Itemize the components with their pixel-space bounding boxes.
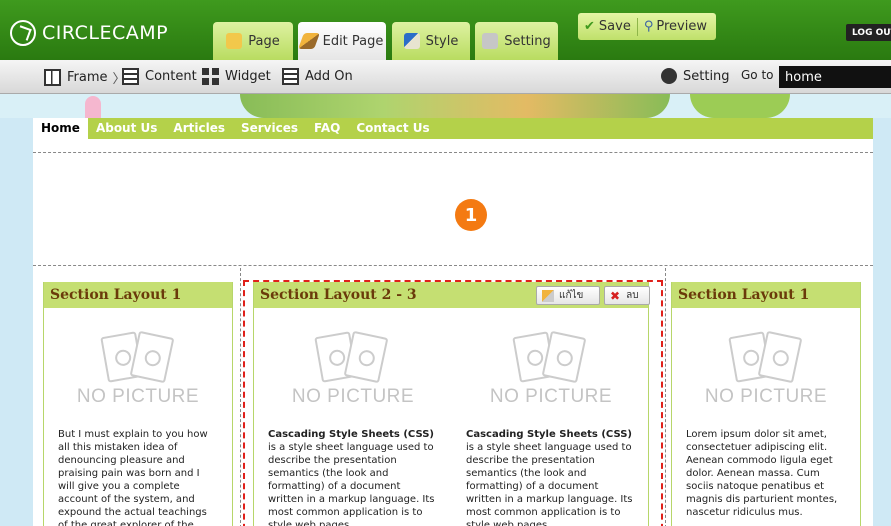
tab-edit-page-label: Edit Page [322,33,384,49]
text-bold: Cascading Style Sheets (CSS) [268,429,434,440]
no-picture-placeholder: NO PICTURE [452,328,650,428]
pencil-icon [297,33,320,49]
save-label: Save [598,19,631,34]
widget-button[interactable]: Widget [202,68,271,85]
text-body: is a style sheet language used to descri… [268,442,435,526]
top-bar: CIRCLECAMP Page Edit Page Style Setting … [0,0,891,60]
goto-input[interactable] [779,66,891,88]
no-picture-label: NO PICTURE [489,386,613,407]
column-divider [240,268,241,526]
picture-icon [541,330,587,384]
no-icon [113,348,133,368]
decoration [85,96,101,118]
compass-icon [10,20,36,46]
logo-text: CIRCLECAMP [42,22,169,44]
content-label: Content [145,69,197,84]
section-left[interactable]: Section Layout 1 NO PICTURE But I must e… [43,282,233,526]
logo[interactable]: CIRCLECAMP [10,20,168,46]
gear-icon [661,68,677,84]
section-text: Cascading Style Sheets (CSS) is a style … [452,428,650,526]
frame-button[interactable]: Frame 〉 [44,68,126,87]
drop-zone[interactable]: 1 [33,152,873,266]
section-text: Lorem ipsum dolor sit amet, consectetuer… [686,429,838,518]
zone-number-badge: 1 [455,199,487,231]
nav-articles[interactable]: Articles [165,118,233,139]
preview-label: Preview [656,19,707,34]
frame-label: Frame [67,70,108,85]
section-title: Section Layout 1 [672,282,860,308]
add-on-icon [282,68,299,85]
content-block[interactable]: NO PICTURE Cascading Style Sheets (CSS) … [254,308,452,526]
content-button[interactable]: Content [122,68,197,85]
preview-button[interactable]: ⚲ Preview [638,13,713,40]
no-picture-label: NO PICTURE [76,386,200,407]
content-block[interactable]: NO PICTURE Cascading Style Sheets (CSS) … [452,308,650,526]
no-icon [327,348,347,368]
edit-icon [542,289,554,302]
nav-contact-us[interactable]: Contact Us [348,118,437,139]
setting-button[interactable]: Setting [661,68,730,84]
nav-services[interactable]: Services [233,118,306,139]
site-nav: Home About Us Articles Services FAQ Cont… [33,118,873,139]
section-text: But I must explain to you how all this m… [58,429,208,526]
goto-label: Go to [741,68,774,82]
tab-page[interactable]: Page [213,22,293,60]
no-icon [357,348,377,368]
no-icon [143,348,163,368]
tab-setting[interactable]: Setting [475,22,558,60]
picture-icon [129,330,175,384]
no-picture-placeholder: NO PICTURE [672,328,860,428]
section-text: Cascading Style Sheets (CSS) is a style … [254,428,452,526]
add-on-label: Add On [305,69,353,84]
magnifier-icon: ⚲ [643,19,654,34]
section-right[interactable]: Section Layout 1 NO PICTURE Lorem ipsum … [671,282,861,526]
delete-label: ลบ [626,290,639,301]
nav-faq[interactable]: FAQ [306,118,348,139]
tab-edit-page[interactable]: Edit Page [297,22,386,60]
no-picture-placeholder: NO PICTURE [44,328,232,428]
edit-label: แก้ไข [559,290,584,301]
picture-icon [343,330,389,384]
no-picture-label: NO PICTURE [704,386,828,407]
edit-button[interactable]: แก้ไข [536,286,600,305]
add-on-button[interactable]: Add On [282,68,353,85]
content-icon [122,68,139,85]
header-banner [0,94,891,118]
tab-setting-label: Setting [504,33,551,49]
no-icon [741,348,761,368]
text-bold: Cascading Style Sheets (CSS) [466,429,632,440]
section-title: Section Layout 1 [44,282,232,308]
toolbar: Frame 〉 Content Widget Add On Setting Go… [0,60,891,94]
brush-icon [403,33,420,49]
column-divider [665,268,666,526]
text-body: is a style sheet language used to descri… [466,442,633,526]
setting-label: Setting [683,68,730,84]
page-icon [226,33,243,49]
no-picture-label: NO PICTURE [291,386,415,407]
gear-icon [482,33,499,49]
nav-home[interactable]: Home [33,118,88,139]
tab-style-label: Style [425,33,459,49]
decoration [690,94,790,118]
close-icon: ✖ [610,288,621,303]
section-middle[interactable]: Section Layout 2 - 3 แก้ไข ✖ ลบ NO PICTU… [253,282,650,526]
decoration [240,94,670,118]
delete-button[interactable]: ✖ ลบ [604,286,650,305]
no-icon [525,348,545,368]
checkmark-icon: ✔ [584,19,595,34]
page-canvas: Home About Us Articles Services FAQ Cont… [33,118,873,526]
save-button[interactable]: ✔ Save [578,13,637,40]
no-icon [771,348,791,368]
logout-button[interactable]: LOG OUT [846,24,891,41]
no-icon [555,348,575,368]
picture-icon [757,330,803,384]
frame-icon [44,69,61,86]
tab-page-label: Page [248,33,280,49]
widget-label: Widget [225,69,271,84]
no-picture-placeholder: NO PICTURE [254,328,452,428]
widget-icon [202,68,219,85]
save-preview-bar: ✔ Save ⚲ Preview [578,13,716,40]
tab-style[interactable]: Style [392,22,470,60]
nav-about-us[interactable]: About Us [88,118,165,139]
